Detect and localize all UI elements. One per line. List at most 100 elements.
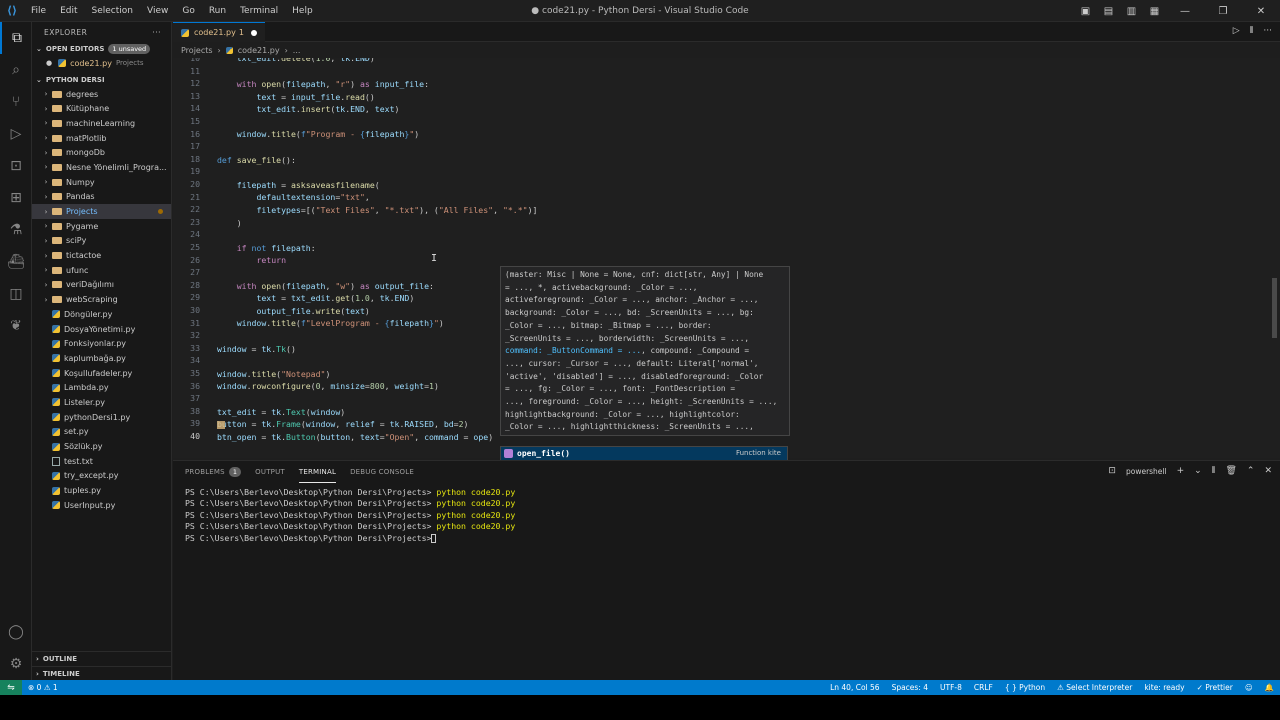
lightbulb-icon[interactable] <box>217 421 225 429</box>
tree-folder[interactable]: › Projects <box>32 204 171 219</box>
tab-debug-console[interactable]: DEBUG CONSOLE <box>350 461 414 483</box>
cursor-position[interactable]: Ln 40, Col 56 <box>824 683 885 692</box>
tree-file[interactable]: Fonksiyonlar.py <box>32 336 171 351</box>
menu-selection[interactable]: Selection <box>85 6 140 16</box>
tree-folder[interactable]: › webScraping <box>32 292 171 307</box>
tab-code21[interactable]: code21.py 1 <box>173 22 265 42</box>
testing-icon[interactable]: ⚗ <box>0 214 32 246</box>
explorer-icon[interactable]: ⧉ <box>0 22 32 54</box>
search-icon[interactable]: ⌕ <box>0 54 32 86</box>
tree-file[interactable]: Koşullufadeler.py <box>32 366 171 381</box>
tab-problems[interactable]: PROBLEMS 1 <box>185 461 242 483</box>
language-mode[interactable]: { } Python <box>999 683 1051 692</box>
trash-icon[interactable]: 🗑 <box>1225 466 1236 476</box>
feedback-icon[interactable]: ☺ <box>1239 683 1259 692</box>
close-editor-icon[interactable]: ● <box>46 59 52 67</box>
tree-file[interactable]: set.py <box>32 425 171 440</box>
more-actions-icon[interactable]: ··· <box>1263 26 1272 36</box>
chevron-down-icon[interactable]: ⌄ <box>1194 466 1202 476</box>
more-actions-icon[interactable]: ··· <box>152 28 161 37</box>
tree-file[interactable]: tuples.py <box>32 483 171 498</box>
tree-folder[interactable]: › matPlotlib <box>32 131 171 146</box>
tree-folder[interactable]: › mongoDb <box>32 145 171 160</box>
tree-file[interactable]: Döngüler.py <box>32 307 171 322</box>
problems-status[interactable]: ⊗ 0 ⚠ 1 <box>22 683 64 692</box>
open-editor-item[interactable]: ● code21.py Projects <box>32 56 171 71</box>
run-python-icon[interactable]: ▷ <box>1233 26 1240 36</box>
menu-file[interactable]: File <box>24 6 53 16</box>
account-icon[interactable]: ◯ <box>0 616 32 648</box>
database-icon[interactable]: ◫ <box>0 278 32 310</box>
menu-edit[interactable]: Edit <box>53 6 84 16</box>
shell-name[interactable]: powershell <box>1126 467 1167 476</box>
minimize-icon[interactable]: — <box>1166 6 1204 17</box>
tree-file[interactable]: Lambda.py <box>32 380 171 395</box>
maximize-icon[interactable]: ❐ <box>1204 6 1242 17</box>
tree-file[interactable]: pythonDersi1.py <box>32 410 171 425</box>
tab-terminal[interactable]: TERMINAL <box>298 461 337 483</box>
chevron-up-icon[interactable]: ⌃ <box>1247 466 1255 476</box>
docker-icon[interactable]: ⛴ <box>0 246 32 278</box>
suggestion-item[interactable]: open_file() Function kite <box>501 447 787 460</box>
split-terminal-icon[interactable]: ⫴ <box>1212 466 1216 476</box>
tree-file[interactable]: Sözlük.py <box>32 439 171 454</box>
settings-gear-icon[interactable]: ⚙ <box>0 648 32 680</box>
select-interpreter[interactable]: ⚠ Select Interpreter <box>1051 683 1138 692</box>
mongodb-icon[interactable]: ❦ <box>0 310 32 342</box>
unsaved-dot-icon[interactable] <box>251 29 257 36</box>
encoding[interactable]: UTF-8 <box>934 683 968 692</box>
run-debug-icon[interactable]: ▷ <box>0 118 32 150</box>
tree-folder[interactable]: › Pandas <box>32 190 171 205</box>
tree-folder[interactable]: › Numpy <box>32 175 171 190</box>
source-control-icon[interactable]: ⑂ <box>0 86 32 118</box>
toggle-secondary-sidebar-icon[interactable]: ▥ <box>1120 6 1143 17</box>
line-ending[interactable]: CRLF <box>968 683 999 692</box>
tree-folder[interactable]: › machineLearning <box>32 116 171 131</box>
scrollbar-thumb[interactable] <box>1272 278 1277 338</box>
new-terminal-icon[interactable]: + <box>1177 466 1185 476</box>
tree-folder[interactable]: › Pygame <box>32 219 171 234</box>
tree-folder[interactable]: › Kütüphane <box>32 101 171 116</box>
tree-folder[interactable]: › veriDağılımı <box>32 278 171 293</box>
tab-output[interactable]: OUTPUT <box>255 461 285 483</box>
breadcrumb-folder[interactable]: Projects <box>181 46 213 55</box>
customize-layout-icon[interactable]: ▦ <box>1143 6 1166 17</box>
tree-file[interactable]: UserInput.py <box>32 498 171 513</box>
breadcrumb-symbol[interactable]: ... <box>293 46 301 55</box>
tree-file[interactable]: try_except.py <box>32 469 171 484</box>
toggle-panel-icon[interactable]: ▤ <box>1097 6 1120 17</box>
terminal-output[interactable]: PS C:\Users\Berlevo\Desktop\Python Dersi… <box>185 487 515 544</box>
menu-terminal[interactable]: Terminal <box>233 6 285 16</box>
remote-explorer-icon[interactable]: ⊡ <box>0 150 32 182</box>
editor-scrollbar[interactable] <box>1272 58 1278 458</box>
tree-file[interactable]: Listeler.py <box>32 395 171 410</box>
close-panel-icon[interactable]: ✕ <box>1264 466 1272 476</box>
notifications-bell-icon[interactable]: 🔔 <box>1259 683 1280 692</box>
outline-section[interactable]: › OUTLINE <box>32 651 172 665</box>
open-editors-section[interactable]: ⌄ OPEN EDITORS 1 unsaved <box>32 42 171 56</box>
menu-go[interactable]: Go <box>175 6 201 16</box>
tree-folder[interactable]: › Nesne Yönelimli_Progra... <box>32 160 171 175</box>
menu-help[interactable]: Help <box>285 6 320 16</box>
tree-folder[interactable]: › ufunc <box>32 263 171 278</box>
workspace-folder-section[interactable]: ⌄ PYTHON DERSI <box>32 73 171 87</box>
split-editor-icon[interactable]: ⫴ <box>1250 26 1254 36</box>
tree-folder[interactable]: › sciPy <box>32 234 171 249</box>
menu-run[interactable]: Run <box>202 6 233 16</box>
tree-file[interactable]: test.txt <box>32 454 171 469</box>
tree-file[interactable]: DosyaYönetimi.py <box>32 322 171 337</box>
prettier-status[interactable]: ✓ Prettier <box>1191 683 1239 692</box>
remote-icon[interactable]: ⇋ <box>0 680 22 695</box>
menu-view[interactable]: View <box>140 6 175 16</box>
kite-status[interactable]: kite: ready <box>1138 683 1190 692</box>
tree-file[interactable]: kaplumbağa.py <box>32 351 171 366</box>
timeline-section[interactable]: › TIMELINE <box>32 666 172 680</box>
breadcrumb-file[interactable]: code21.py <box>238 46 280 55</box>
extensions-icon[interactable]: ⊞ <box>0 182 32 214</box>
indentation[interactable]: Spaces: 4 <box>886 683 934 692</box>
code-line: ) <box>217 217 242 228</box>
tree-folder[interactable]: › tictactoe <box>32 248 171 263</box>
tree-folder[interactable]: › degrees <box>32 87 171 102</box>
close-icon[interactable]: ✕ <box>1242 6 1280 17</box>
toggle-sidebar-icon[interactable]: ▣ <box>1074 6 1097 17</box>
